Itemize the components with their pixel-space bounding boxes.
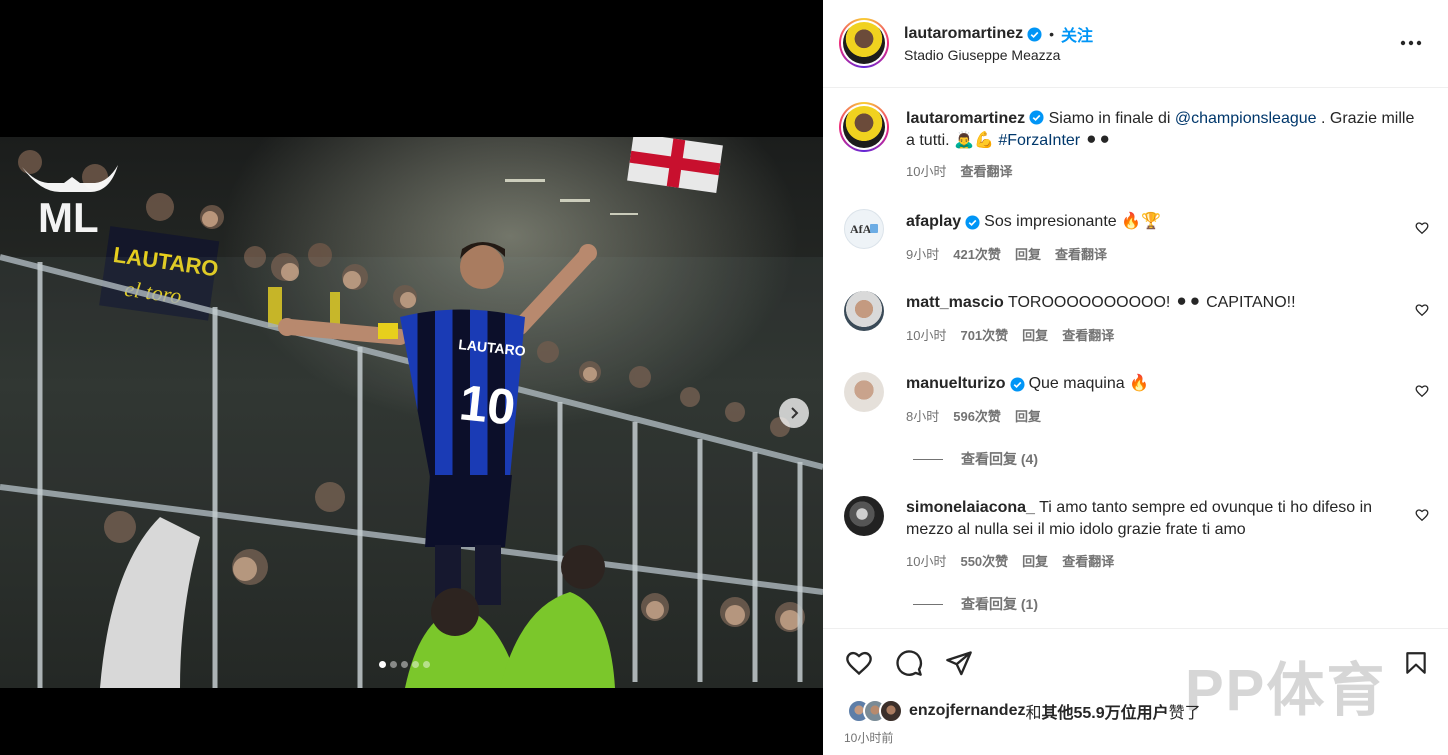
comment-like-heart-icon[interactable] [1415, 303, 1429, 317]
comment-like-heart-icon[interactable] [1415, 384, 1429, 398]
comment-text: TOROOOOOOOOOO! ⚫⚫ CAPITANO!! [1007, 294, 1296, 311]
comment-reply-button[interactable]: 回复 [1015, 406, 1041, 425]
bookmark-icon[interactable] [1403, 649, 1429, 677]
author-username[interactable]: lautaromartinez [904, 25, 1023, 43]
share-icon[interactable] [944, 649, 974, 677]
caption-text: Siamo in finale di [1044, 110, 1175, 127]
comment-username[interactable]: afaplay [906, 211, 961, 233]
post-photo[interactable]: LAUTARO el toro LAUTARO 10 ML [0, 137, 823, 688]
instagram-post-modal: LAUTARO el toro LAUTARO 10 ML lautaromar… [0, 0, 1448, 755]
chevron-right-icon [791, 407, 799, 419]
view-replies-label: 查看回复 (1) [961, 596, 1038, 612]
comment-like-heart-icon[interactable] [1415, 221, 1429, 235]
comment-timestamp[interactable]: 10小时 [906, 551, 946, 570]
comment-timestamp[interactable]: 8小时 [906, 406, 939, 425]
carousel-dot [412, 661, 419, 668]
comment-timestamp[interactable]: 9小时 [906, 244, 939, 263]
caption-text: ⚫⚫ [1080, 132, 1112, 149]
comment-like-heart-icon[interactable] [1415, 508, 1429, 522]
comment-likes[interactable]: 550次赞 [960, 551, 1008, 570]
verified-badge-icon [965, 214, 980, 230]
replies-divider-line [913, 603, 943, 605]
post-header: lautaromartinez • 关注 Stadio Giuseppe Mea… [823, 0, 1448, 88]
comment-translate-link[interactable]: 查看翻译 [1062, 325, 1114, 344]
caption-mention-link[interactable]: @championsleague [1175, 110, 1317, 127]
separator-dot: • [1049, 26, 1055, 42]
caption-username[interactable]: lautaromartinez [906, 110, 1025, 127]
verified-badge-icon [1029, 110, 1044, 125]
post-timestamp[interactable]: 10小时前 [844, 729, 893, 746]
comment-likes[interactable]: 596次赞 [953, 406, 1001, 425]
view-replies-label: 查看回复 (4) [961, 451, 1038, 467]
likes-connector: 和 [1025, 705, 1042, 722]
comment-translate-link[interactable]: 查看翻译 [1055, 244, 1107, 263]
svg-text:10: 10 [457, 374, 518, 436]
author-avatar[interactable] [839, 18, 889, 68]
afa-logo-icon: AfA [850, 222, 878, 236]
comment-avatar[interactable] [844, 496, 884, 536]
comment-timestamp[interactable]: 10小时 [906, 325, 946, 344]
carousel-dot [390, 661, 397, 668]
carousel-dots [379, 661, 430, 668]
comment-text: Sos impresionante 🔥🏆 [984, 213, 1161, 230]
likes-suffix: 赞了 [1168, 705, 1201, 722]
carousel-dot [379, 661, 386, 668]
comment-avatar[interactable] [844, 372, 884, 412]
replies-divider-line [913, 458, 943, 460]
celebration-photo: LAUTARO el toro LAUTARO 10 ML [0, 137, 823, 688]
caption-text-block: lautaromartinez Siamo in finale di @cham… [906, 108, 1416, 152]
likes-first-user[interactable]: enzojfernandez [909, 702, 1025, 720]
verified-badge-icon [1027, 26, 1042, 42]
post-side-panel: lautaromartinez • 关注 Stadio Giuseppe Mea… [823, 0, 1448, 755]
pp-sports-watermark: PP体育 [1185, 658, 1387, 723]
post-actions-section: PP体育 enzojfernandez 和 其他55.9万位用户 赞了 10小时… [823, 628, 1448, 755]
svg-text:ML: ML [38, 194, 99, 241]
liker-avatars[interactable] [847, 699, 903, 723]
comment-likes[interactable]: 421次赞 [953, 244, 1001, 263]
comment-translate-link[interactable]: 查看翻译 [1062, 551, 1114, 570]
comment-username[interactable]: simonelaiacona_ [906, 499, 1035, 516]
more-icon [1400, 40, 1422, 46]
liker-avatar [879, 699, 903, 723]
view-replies-button[interactable]: 查看回复 (4) [913, 449, 1038, 469]
post-location[interactable]: Stadio Giuseppe Meazza [904, 47, 1060, 63]
likes-summary: enzojfernandez 和 其他55.9万位用户 赞了 [847, 699, 1201, 723]
follow-button[interactable]: 关注 [1061, 22, 1093, 46]
media-panel: LAUTARO el toro LAUTARO 10 ML [0, 0, 823, 755]
comment-username[interactable]: manuelturizo [906, 373, 1006, 395]
comment-icon[interactable] [894, 649, 924, 677]
more-options-button[interactable] [1391, 31, 1431, 55]
comment-avatar[interactable] [844, 291, 884, 331]
comment-likes[interactable]: 701次赞 [960, 325, 1008, 344]
view-replies-button[interactable]: 查看回复 (1) [913, 594, 1038, 614]
comment-reply-button[interactable]: 回复 [1022, 551, 1048, 570]
caption-avatar[interactable] [839, 102, 889, 152]
comment-text: Que maquina 🔥 [1028, 375, 1149, 392]
comment-avatar[interactable]: AfA [844, 209, 884, 249]
carousel-dot [401, 661, 408, 668]
caption-timestamp[interactable]: 10小时 [906, 161, 946, 180]
svg-text:AfA: AfA [850, 222, 872, 236]
heart-icon[interactable] [844, 649, 874, 677]
carousel-dot [423, 661, 430, 668]
caption-hashtag-link[interactable]: #ForzaInter [998, 132, 1080, 149]
comment-reply-button[interactable]: 回复 [1022, 325, 1048, 344]
comment-username[interactable]: matt_mascio [906, 294, 1004, 311]
likes-others-count[interactable]: 其他55.9万位用户 [1041, 699, 1168, 723]
next-photo-button[interactable] [779, 398, 809, 428]
verified-badge-icon [1010, 376, 1025, 392]
comment-reply-button[interactable]: 回复 [1015, 244, 1041, 263]
caption-translate-link[interactable]: 查看翻译 [960, 161, 1012, 180]
